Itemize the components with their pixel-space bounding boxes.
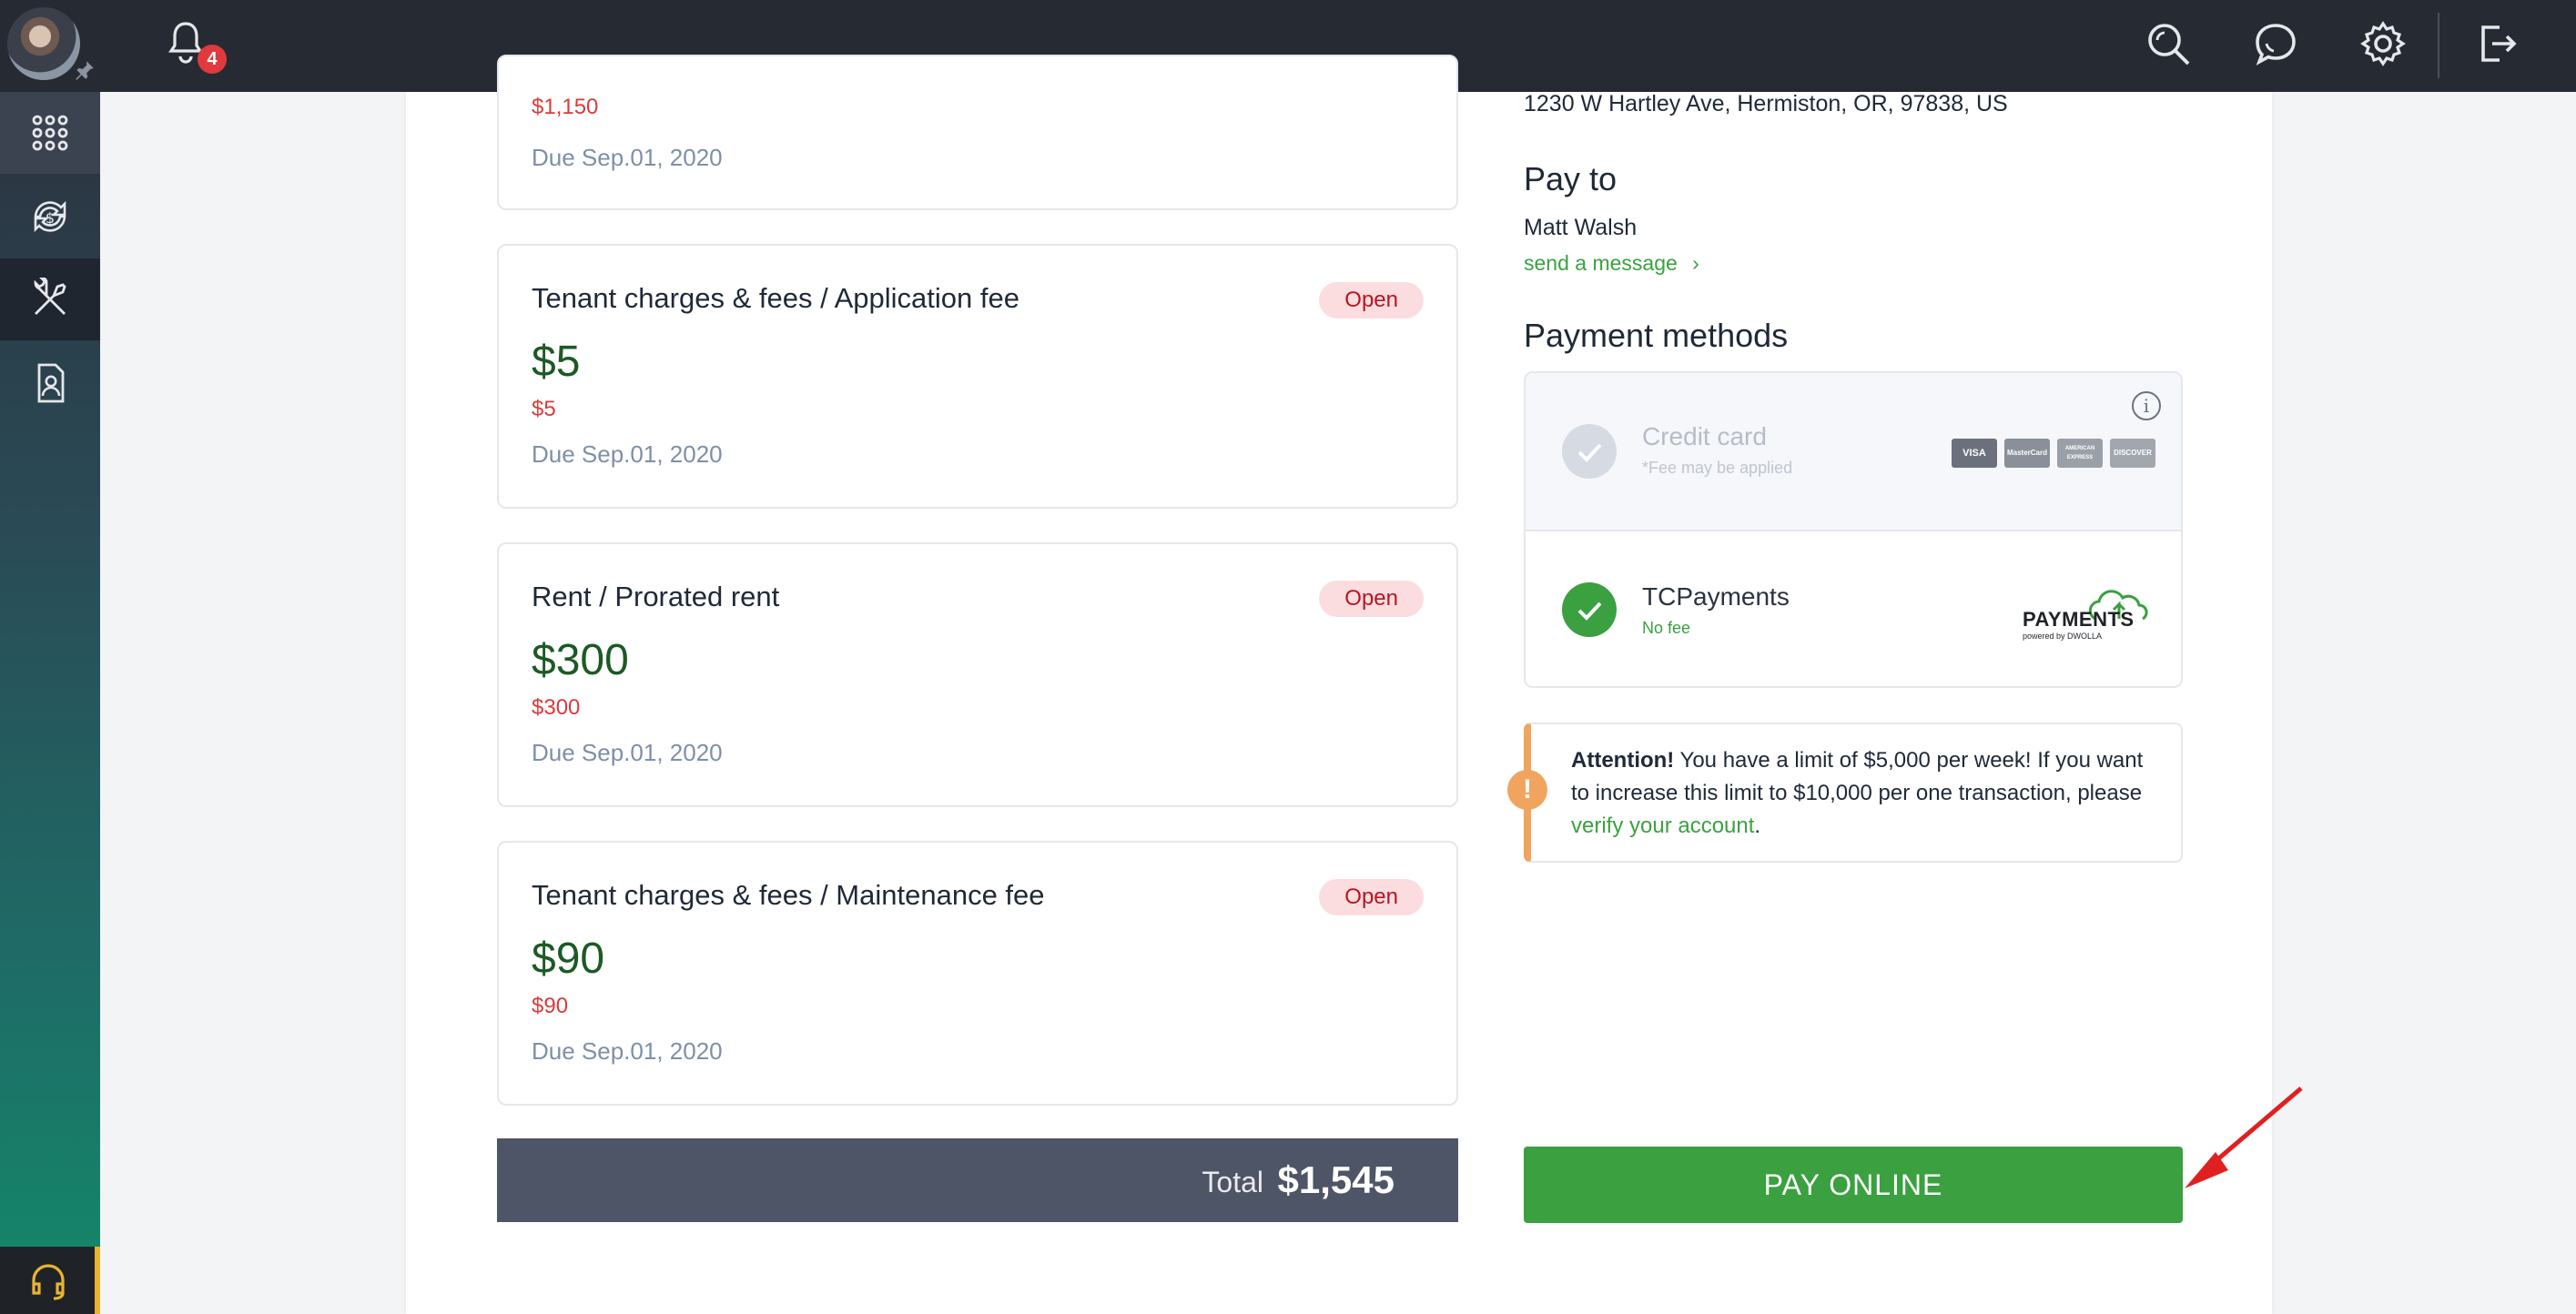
payment-method-tcpayments[interactable]: TCPayments No fee PAYMENTS powered by DW… <box>1526 533 2181 686</box>
topbar-divider <box>2438 13 2439 78</box>
apps-grid-icon <box>32 115 68 151</box>
support-button[interactable] <box>0 1247 96 1314</box>
sidebar-item-apps[interactable] <box>0 92 100 174</box>
warning-icon: ! <box>1507 770 1547 810</box>
svg-text:$: $ <box>46 209 55 227</box>
payments-logo: PAYMENTS powered by DWOLLA <box>2023 588 2159 642</box>
charge-amount-sub: $5 <box>532 397 556 421</box>
verify-account-link[interactable]: verify your account <box>1571 814 1754 838</box>
charge-amount-sub: $1,150 <box>532 95 599 119</box>
payment-methods-heading: Payment methods <box>1524 317 1789 354</box>
check-circle-icon <box>1562 424 1617 479</box>
charge-card[interactable]: Rent / Prorated rent Open $300 $300 Due … <box>497 542 1458 807</box>
payment-methods-box: Credit card *Fee may be applied i VISA M… <box>1524 371 2183 688</box>
logout-icon[interactable] <box>2470 18 2521 69</box>
charge-card[interactable]: Tenant charges & fees / Application fee … <box>497 244 1458 509</box>
maintenance-tools-icon <box>34 278 66 315</box>
charge-amount-sub: $90 <box>532 994 569 1018</box>
charge-amount: $90 <box>532 935 605 983</box>
status-badge: Open <box>1319 879 1424 915</box>
attention-bold: Attention! <box>1571 748 1675 773</box>
notification-badge: 4 <box>198 45 227 74</box>
gear-icon[interactable] <box>2358 18 2409 69</box>
charge-amount-sub: $300 <box>532 695 581 720</box>
sidebar-item-tenant[interactable] <box>0 342 100 424</box>
charge-due-date: Due Sep.01, 2020 <box>532 144 723 171</box>
user-avatar[interactable] <box>7 7 80 80</box>
visa-logo: VISA <box>1952 439 1997 468</box>
red-arrow-annotation <box>2185 1087 2303 1188</box>
payee-name: Matt Walsh <box>1524 215 1638 240</box>
charge-amount: $5 <box>532 338 581 386</box>
payment-method-name: Credit card <box>1642 422 1767 450</box>
charge-due-date: Due Sep.01, 2020 <box>532 1037 723 1065</box>
payments-logo-sub: powered by DWOLLA <box>2023 632 2103 641</box>
tenant-profile-icon <box>37 363 65 403</box>
status-badge: Open <box>1319 282 1424 318</box>
payments-cycle-icon: $ <box>34 200 66 233</box>
attention-notice: Attention! You have a limit of $5,000 pe… <box>1524 723 2183 863</box>
payment-method-note: *Fee may be applied <box>1642 459 1793 477</box>
status-badge: Open <box>1319 581 1424 617</box>
charge-card-partial[interactable]: $1,150 Due Sep.01, 2020 <box>497 55 1458 210</box>
chat-icon[interactable] <box>2250 18 2301 69</box>
payments-logo-text: PAYMENTS <box>2023 608 2135 631</box>
send-message-link[interactable]: send a message › <box>1524 251 1699 276</box>
sidebar-item-payments[interactable]: $ <box>0 176 100 258</box>
discover-logo: DISCOVER <box>2110 439 2155 468</box>
chevron-right-icon: › <box>1692 251 1699 275</box>
property-address: 1230 W Hartley Ave, Hermiston, OR, 97838… <box>1524 91 2008 116</box>
charge-title: Rent / Prorated rent <box>532 581 780 612</box>
charge-card[interactable]: Tenant charges & fees / Maintenance fee … <box>497 841 1458 1106</box>
payment-method-credit-card[interactable]: Credit card *Fee may be applied i VISA M… <box>1526 373 2181 531</box>
charge-title: Tenant charges & fees / Maintenance fee <box>532 879 1045 911</box>
search-icon[interactable] <box>2143 18 2194 69</box>
charge-amount: $300 <box>532 636 629 684</box>
pin-icon[interactable] <box>73 58 96 82</box>
total-bar: Total $1,545 <box>497 1138 1458 1222</box>
headset-icon <box>32 1264 65 1300</box>
sidebar-item-maintenance[interactable] <box>0 258 100 340</box>
check-circle-icon <box>1562 582 1617 637</box>
amex-logo: AMERICAN EXPRESS <box>2057 439 2103 468</box>
payment-method-name: TCPayments <box>1642 582 1790 611</box>
pay-to-heading: Pay to <box>1524 160 1618 197</box>
payment-method-note: No fee <box>1642 619 1691 637</box>
mastercard-logo: MasterCard <box>2004 439 2050 468</box>
charge-title: Tenant charges & fees / Application fee <box>532 282 1019 314</box>
support-accent-bar <box>95 1247 100 1314</box>
attention-text: Attention! You have a limit of $5,000 pe… <box>1571 744 2163 843</box>
pay-online-button[interactable]: PAY ONLINE <box>1524 1147 2183 1223</box>
charge-due-date: Due Sep.01, 2020 <box>532 440 723 468</box>
total-value: $1,545 <box>1277 1158 1394 1201</box>
total-label: Total <box>1202 1166 1263 1198</box>
charge-due-date: Due Sep.01, 2020 <box>532 739 723 766</box>
info-icon[interactable]: i <box>2132 391 2161 420</box>
send-message-label: send a message <box>1524 251 1678 275</box>
attention-end: . <box>1754 814 1761 838</box>
